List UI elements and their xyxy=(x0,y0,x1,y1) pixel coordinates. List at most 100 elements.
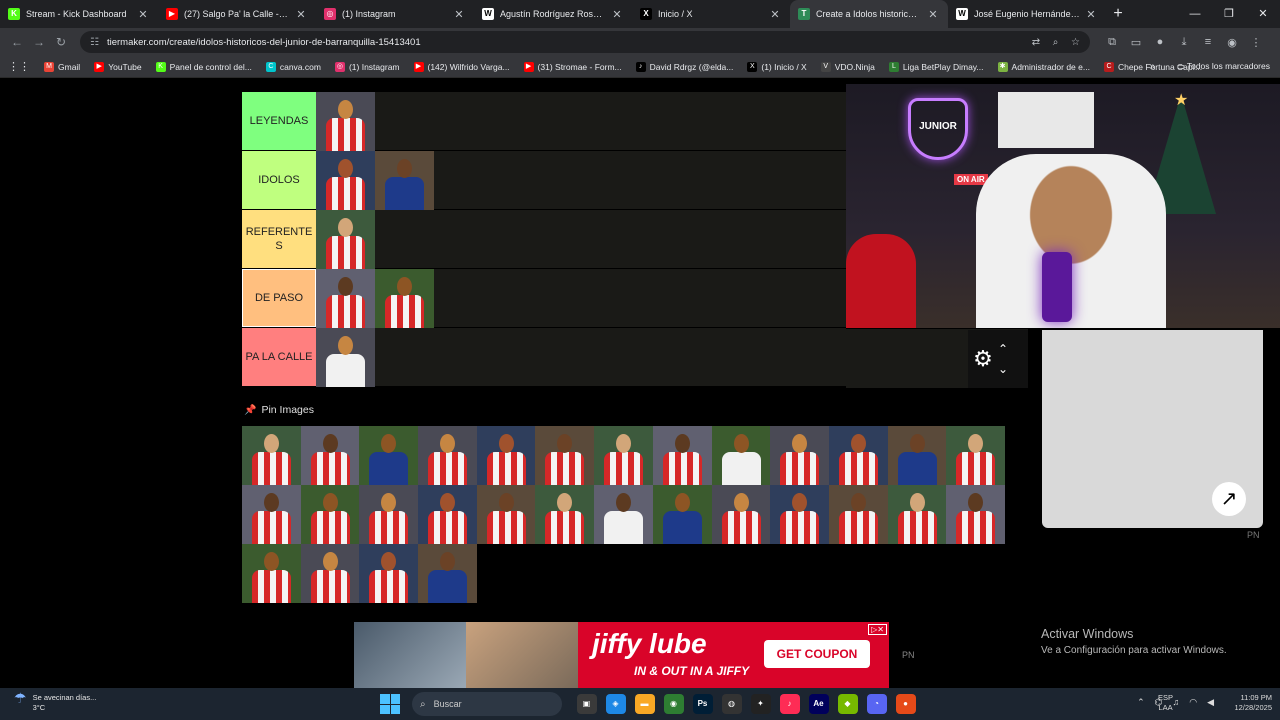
player-thumbnail[interactable] xyxy=(359,426,419,485)
app-icon[interactable]: ● xyxy=(895,694,916,714)
zoom-icon[interactable]: ⌕ xyxy=(1053,37,1059,48)
menu-kebab-icon[interactable]: ⋮ xyxy=(1244,36,1268,49)
copilot-icon[interactable]: ◈ xyxy=(605,694,626,714)
player-thumbnail[interactable] xyxy=(652,485,712,544)
back-icon[interactable]: ← xyxy=(6,35,28,49)
tier-drop-zone[interactable] xyxy=(316,151,846,210)
close-icon[interactable]: ✕ xyxy=(1084,8,1098,21)
tier-drop-zone[interactable] xyxy=(316,269,846,328)
start-button[interactable] xyxy=(380,694,400,714)
chevron-down-icon[interactable]: ⌄ xyxy=(998,359,1008,379)
player-thumbnail[interactable] xyxy=(242,544,301,603)
player-thumbnail[interactable] xyxy=(887,426,947,485)
player-thumbnail[interactable] xyxy=(316,92,375,151)
bookmarks-overflow-icon[interactable]: » xyxy=(1149,61,1155,72)
player-thumbnail[interactable] xyxy=(316,269,375,328)
player-thumbnail[interactable] xyxy=(711,426,771,485)
bookmark-star-icon[interactable]: ☆ xyxy=(1071,37,1080,48)
player-thumbnail[interactable] xyxy=(375,269,434,328)
player-thumbnail[interactable] xyxy=(594,485,653,544)
browser-tab[interactable]: W Agustín Rodríguez Rosano - Wi... ✕ xyxy=(474,0,632,28)
player-thumbnail[interactable] xyxy=(535,485,595,544)
wifi-icon[interactable]: ◠ xyxy=(1189,697,1197,708)
tier-label[interactable]: LEYENDAS xyxy=(242,92,316,150)
gear-icon[interactable]: ⚙ xyxy=(968,346,998,372)
translate-icon[interactable]: ⇄ xyxy=(1032,37,1040,48)
mic-icon[interactable]: ♫ xyxy=(1172,697,1179,708)
get-coupon-button[interactable]: GET COUPON xyxy=(764,640,870,668)
player-thumbnail[interactable] xyxy=(887,485,947,544)
player-thumbnail[interactable] xyxy=(242,485,301,544)
pin-images-toggle[interactable]: 📌 Pin Images xyxy=(244,404,314,416)
bookmark-item[interactable]: ✱ Administrador de e... xyxy=(997,61,1090,72)
forward-icon[interactable]: → xyxy=(28,35,50,49)
photoshop-icon[interactable]: Ps xyxy=(692,694,713,714)
download-icon[interactable]: ⤓ xyxy=(1172,36,1196,49)
expand-arrow-icon[interactable]: ↗ xyxy=(1212,482,1246,516)
davinci-icon[interactable]: ✦ xyxy=(750,694,771,714)
close-icon[interactable]: ✕ xyxy=(294,8,308,21)
close-icon[interactable]: ✕ xyxy=(768,8,782,21)
player-thumbnail[interactable] xyxy=(476,426,536,485)
player-thumbnail[interactable] xyxy=(770,426,829,485)
nvidia-icon[interactable]: ◆ xyxy=(837,694,858,714)
bookmark-item[interactable]: ▶ (142) Wilfrido Varga... xyxy=(413,61,510,72)
player-thumbnail[interactable] xyxy=(359,544,419,603)
close-icon[interactable]: ✕ xyxy=(926,8,940,21)
apps-icon[interactable]: ⋮⋮ xyxy=(8,60,30,73)
profile-icon[interactable]: ● xyxy=(1148,36,1172,49)
tier-label[interactable]: DE PASO xyxy=(242,269,316,327)
chrome-icon[interactable]: ◉ xyxy=(663,694,684,714)
close-window-icon[interactable]: ✕ xyxy=(1246,0,1280,28)
tiktok-icon[interactable]: ♪ xyxy=(779,694,800,714)
player-thumbnail[interactable] xyxy=(316,210,375,269)
extensions-icon[interactable]: ⧉ xyxy=(1100,36,1124,49)
browser-tab[interactable]: W José Eugenio Hernández - Wiki... ✕ xyxy=(948,0,1106,28)
ad-banner[interactable]: jiffy lube IN & OUT IN A JIFFY GET COUPO… xyxy=(354,622,889,688)
tier-label[interactable]: IDOLOS xyxy=(242,151,316,209)
player-thumbnail[interactable] xyxy=(594,426,653,485)
bookmark-item[interactable]: K Panel de control del... xyxy=(155,61,252,72)
address-bar[interactable]: ☷ tiermaker.com/create/idolos-historicos… xyxy=(80,31,1090,53)
bookmark-item[interactable]: X (1) Inicio / X xyxy=(747,61,807,72)
player-thumbnail[interactable] xyxy=(300,544,360,603)
volume-icon[interactable]: ◀ xyxy=(1207,697,1214,708)
obs-icon[interactable]: ◍ xyxy=(721,694,742,714)
player-thumbnail[interactable] xyxy=(418,544,477,603)
player-thumbnail[interactable] xyxy=(418,426,477,485)
bookmark-item[interactable]: L Liga BetPlay Dimay... xyxy=(888,61,984,72)
player-thumbnail[interactable] xyxy=(770,485,829,544)
tier-drop-zone[interactable] xyxy=(316,92,846,151)
file-explorer-icon[interactable]: ▬ xyxy=(634,694,655,714)
bookmark-item[interactable]: ▶ YouTube xyxy=(94,61,142,72)
player-thumbnail[interactable] xyxy=(300,426,360,485)
after-effects-icon[interactable]: Ae xyxy=(808,694,829,714)
browser-tab[interactable]: ◎ (1) Instagram ✕ xyxy=(316,0,474,28)
media-icon[interactable]: ≡ xyxy=(1196,36,1220,49)
browser-tab[interactable]: X Inicio / X ✕ xyxy=(632,0,790,28)
all-bookmarks-folder[interactable]: ▭ Todos los marcadores xyxy=(1177,61,1270,72)
chevron-up-icon[interactable]: ⌃ xyxy=(1137,697,1145,708)
task-view-icon[interactable]: ▣ xyxy=(576,694,597,714)
browser-tab[interactable]: K Stream - Kick Dashboard ✕ xyxy=(0,0,158,28)
player-thumbnail[interactable] xyxy=(946,426,1005,485)
cast-icon[interactable]: ▭ xyxy=(1124,36,1148,49)
bookmark-item[interactable]: ◎ (1) Instagram xyxy=(334,61,400,72)
discord-icon[interactable]: ◔ xyxy=(866,694,887,714)
player-thumbnail[interactable] xyxy=(535,426,595,485)
taskbar-search[interactable]: ⌕ Buscar xyxy=(412,692,562,716)
language-indicator[interactable]: ESP LAA xyxy=(1158,693,1173,713)
player-thumbnail[interactable] xyxy=(476,485,536,544)
player-thumbnail[interactable] xyxy=(359,485,419,544)
chevron-up-icon[interactable]: ⌃ xyxy=(998,339,1008,359)
new-tab-button[interactable]: + xyxy=(1106,5,1130,23)
tier-drop-zone[interactable] xyxy=(316,328,846,387)
player-thumbnail[interactable] xyxy=(828,485,888,544)
bookmark-item[interactable]: C canva.com xyxy=(265,61,321,72)
player-thumbnail[interactable] xyxy=(316,151,375,210)
minimize-icon[interactable]: — xyxy=(1178,0,1212,28)
player-thumbnail[interactable] xyxy=(711,485,771,544)
ad-choices-icon[interactable]: ▷✕ xyxy=(868,624,887,635)
player-thumbnail[interactable] xyxy=(652,426,712,485)
bookmark-item[interactable]: ▶ (31) Stromae - Form... xyxy=(523,61,622,72)
